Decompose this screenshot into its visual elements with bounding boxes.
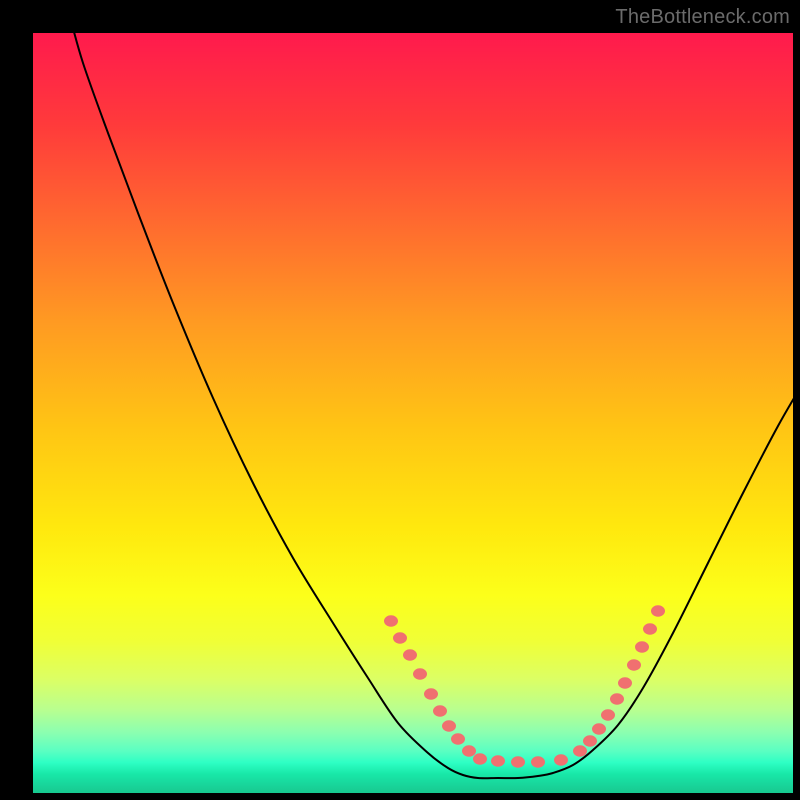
data-dot — [601, 709, 615, 720]
data-dot — [643, 623, 657, 634]
data-dot — [554, 754, 568, 765]
data-dot — [610, 693, 624, 704]
data-dots — [384, 605, 665, 767]
watermark-text: TheBottleneck.com — [615, 6, 790, 29]
data-dot — [424, 688, 438, 699]
data-dot — [462, 745, 476, 756]
data-dot — [573, 745, 587, 756]
bottleneck-curve — [69, 33, 793, 778]
data-dot — [627, 659, 641, 670]
data-dot — [511, 756, 525, 767]
data-dot — [451, 733, 465, 744]
data-dot — [531, 756, 545, 767]
data-dot — [635, 641, 649, 652]
data-dot — [384, 615, 398, 626]
plot-area — [33, 33, 793, 793]
data-dot — [473, 753, 487, 764]
data-dot — [592, 723, 606, 734]
data-dot — [403, 649, 417, 660]
data-dot — [618, 677, 632, 688]
data-dot — [442, 720, 456, 731]
data-dot — [433, 705, 447, 716]
data-dot — [413, 668, 427, 679]
data-dot — [491, 755, 505, 766]
data-dot — [393, 632, 407, 643]
chart-frame: TheBottleneck.com — [0, 0, 800, 800]
plot-svg — [33, 33, 793, 793]
data-dot — [583, 735, 597, 746]
data-dot — [651, 605, 665, 616]
